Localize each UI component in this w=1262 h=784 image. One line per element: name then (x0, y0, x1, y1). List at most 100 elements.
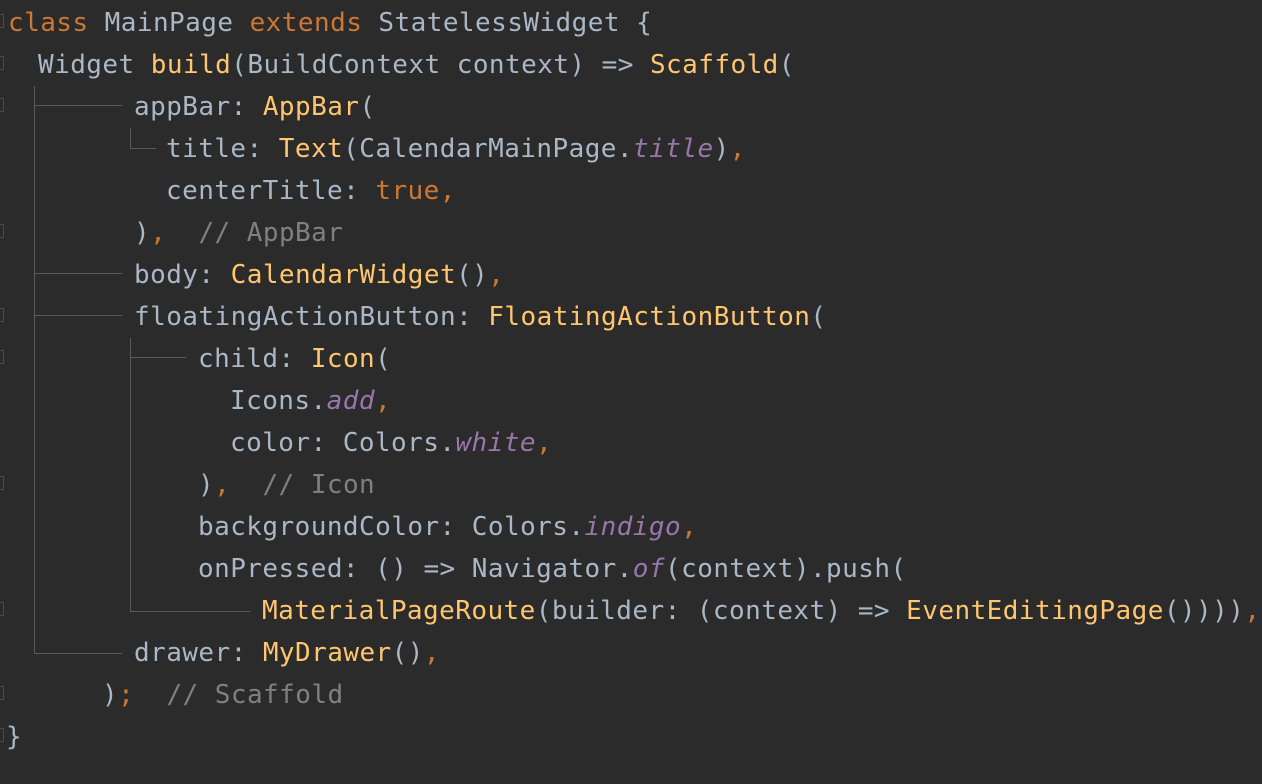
plain-token: Icons. (230, 386, 327, 416)
indent-guide (130, 128, 131, 148)
comment-token: // AppBar (198, 218, 344, 248)
code-line[interactable]: } (6, 716, 22, 758)
indent-guide (34, 653, 122, 654)
plain-token: ( (375, 344, 392, 374)
fold-marker-icon[interactable] (0, 350, 4, 364)
code-line[interactable]: floatingActionButton: FloatingActionButt… (134, 296, 826, 338)
fold-marker-icon[interactable] (0, 308, 4, 322)
fold-marker-icon[interactable] (0, 728, 4, 742)
plain-token: title: (166, 134, 279, 164)
plain-token: ())) (1163, 596, 1229, 626)
plain-token: ) (102, 680, 119, 710)
indent-guide (130, 148, 156, 149)
plain-token: drawer: (134, 638, 263, 668)
keyword-token: true (375, 176, 440, 206)
code-line[interactable]: appBar: AppBar( (134, 86, 376, 128)
plain-token: (BuildContext context) => (231, 50, 650, 80)
indent-guide (130, 338, 131, 612)
code-line[interactable]: ); // Scaffold (102, 674, 344, 716)
static-member-token: title (633, 134, 714, 164)
plain-token: (builder: (context) => (535, 596, 907, 626)
code-line[interactable]: ), // AppBar (134, 212, 343, 254)
static-member-token: of (632, 554, 666, 584)
keyword-token: extends (249, 8, 363, 38)
plain-token: ( (778, 50, 795, 80)
plain-token: backgroundColor: Colors. (198, 512, 585, 542)
function-token: Icon (310, 344, 376, 374)
punctuation-token: , (681, 512, 698, 542)
indent-guide (34, 86, 35, 654)
code-line[interactable]: Icons.add, (230, 380, 391, 422)
code-line[interactable]: MaterialPageRoute(builder: (context) => … (262, 590, 1260, 632)
code-line[interactable]: child: Icon( (198, 338, 391, 380)
fold-marker-icon[interactable] (0, 602, 4, 616)
plain-token: color: Colors. (230, 428, 456, 458)
plain-token: ) (1228, 596, 1245, 626)
plain-token: centerTitle: (166, 176, 376, 206)
plain-token: } (6, 722, 23, 752)
indent-guide (34, 315, 122, 316)
code-line[interactable]: centerTitle: true, (166, 170, 456, 212)
static-member-token: white (455, 428, 536, 458)
punctuation-token: ; (118, 680, 135, 710)
keyword-token: class (8, 8, 89, 38)
static-member-token: indigo (584, 512, 682, 542)
plain-token: (CalendarMainPage. (343, 134, 634, 164)
code-editor[interactable]: class MainPage extends StatelessWidget {… (0, 0, 1262, 784)
plain-token: body: (134, 260, 231, 290)
indent-guide (34, 273, 122, 274)
punctuation-token: , (214, 470, 231, 500)
code-line[interactable]: class MainPage extends StatelessWidget { (8, 2, 652, 44)
plain-token: (context).push( (665, 554, 907, 584)
function-token: FloatingActionButton (488, 302, 811, 332)
punctuation-token: , (488, 260, 505, 290)
plain-token: child: (198, 344, 311, 374)
fold-marker-icon[interactable] (0, 476, 4, 490)
plain-token: ) (198, 470, 215, 500)
function-token: EventEditingPage (906, 596, 1164, 626)
plain-token: onPressed: () => Navigator. (198, 554, 633, 584)
code-line[interactable]: ), // Icon (198, 464, 375, 506)
fold-marker-icon[interactable] (0, 56, 4, 70)
fold-marker-icon[interactable] (0, 98, 4, 112)
plain-token: () (391, 638, 424, 668)
function-token: Scaffold (649, 50, 779, 80)
punctuation-token: , (374, 386, 392, 416)
fold-marker-icon[interactable] (0, 224, 4, 238)
function-token: AppBar (262, 92, 360, 122)
code-line[interactable]: body: CalendarWidget(), (134, 254, 504, 296)
punctuation-token: , (1244, 596, 1261, 626)
code-line[interactable]: color: Colors.white, (230, 422, 552, 464)
plain-token: Widget (38, 50, 151, 80)
code-line[interactable]: backgroundColor: Colors.indigo, (198, 506, 697, 548)
plain-token: ( (810, 302, 827, 332)
function-token: CalendarWidget (230, 260, 457, 290)
fold-marker-icon[interactable] (0, 14, 4, 28)
function-token: Text (278, 134, 344, 164)
function-token: MaterialPageRoute (262, 596, 536, 626)
plain-token: appBar: (134, 92, 263, 122)
indent-guide (130, 357, 186, 358)
plain-token: StatelessWidget { (362, 8, 653, 38)
indent-guide (130, 611, 250, 612)
fold-marker-icon[interactable] (0, 686, 4, 700)
function-token: build (150, 50, 232, 80)
punctuation-token: , (729, 134, 746, 164)
comment-token: // Scaffold (166, 680, 344, 710)
punctuation-token: , (535, 428, 553, 458)
punctuation-token: , (423, 638, 440, 668)
code-line[interactable]: drawer: MyDrawer(), (134, 632, 440, 674)
indent-guide (34, 105, 122, 106)
plain-token: MainPage (88, 8, 250, 38)
code-line[interactable]: onPressed: () => Navigator.of(context).p… (198, 548, 907, 590)
function-token: MyDrawer (262, 638, 392, 668)
plain-token: ( (359, 92, 376, 122)
code-line[interactable]: Widget build(BuildContext context) => Sc… (38, 44, 795, 86)
plain-token: floatingActionButton: (134, 302, 489, 332)
plain-token: ) (134, 218, 151, 248)
comment-token: // Icon (262, 470, 376, 500)
code-line[interactable]: title: Text(CalendarMainPage.title), (166, 128, 746, 170)
